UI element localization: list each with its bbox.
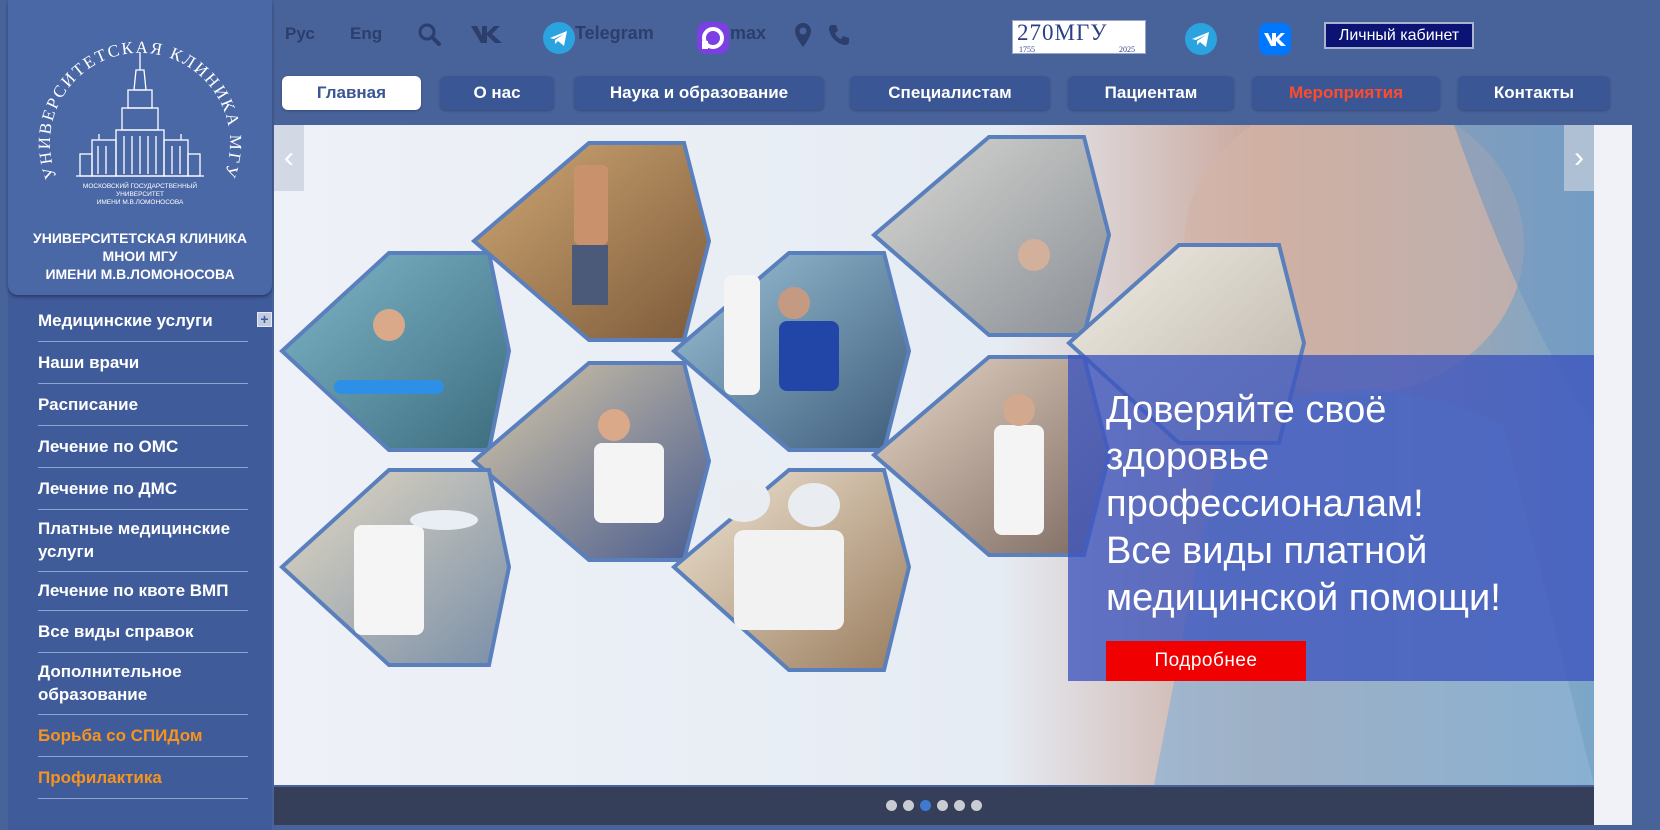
nav-contacts[interactable]: Контакты bbox=[1458, 76, 1610, 110]
nav-home[interactable]: Главная bbox=[282, 76, 421, 110]
sidebar-item-label: Медицинские услуги bbox=[38, 311, 213, 330]
slider-dot-1[interactable] bbox=[886, 800, 897, 811]
top-bar: Рус Eng Telegram max 270МГУ 1755 2025 Ли… bbox=[272, 0, 1660, 68]
sidebar-item-oms[interactable]: Лечение по ОМС bbox=[38, 426, 248, 468]
sidebar-item-medical-services[interactable]: Медицинские услуги + bbox=[38, 300, 272, 342]
sidebar-item-label: Все виды справок bbox=[38, 622, 194, 641]
telegram-link[interactable]: Telegram bbox=[575, 23, 654, 44]
slider-dot-3[interactable] bbox=[920, 800, 931, 811]
sidebar-item-label: Платные медицинские услуги bbox=[38, 519, 231, 561]
sidebar: УНИВЕРСИТЕТСКАЯ КЛИНИКА МГУ МОСКОВСКИЙ Г… bbox=[8, 0, 272, 830]
nav-specialists[interactable]: Специалистам bbox=[850, 76, 1050, 110]
sidebar-item-label: Лечение по ОМС bbox=[38, 437, 179, 456]
sidebar-item-label: Борьба со СПИДом bbox=[38, 726, 203, 745]
logo-small-line-1: МОСКОВСКИЙ ГОСУДАРСТВЕННЫЙ bbox=[83, 181, 197, 190]
search-icon[interactable] bbox=[417, 22, 441, 46]
sidebar-item-prevention[interactable]: Профилактика bbox=[38, 757, 248, 799]
sidebar-menu: Медицинские услуги + Наши врачи Расписан… bbox=[8, 300, 272, 799]
sidebar-item-label: Лечение по ДМС bbox=[38, 479, 178, 498]
nav-about[interactable]: О нас bbox=[440, 76, 554, 110]
slider-dot-2[interactable] bbox=[903, 800, 914, 811]
slider-pagination bbox=[274, 787, 1594, 825]
sidebar-item-certificates[interactable]: Все виды справок bbox=[38, 611, 248, 653]
personal-account-button[interactable]: Личный кабинет bbox=[1324, 22, 1474, 49]
sidebar-item-dms[interactable]: Лечение по ДМС bbox=[38, 468, 248, 510]
main-nav: Главная О нас Наука и образование Специа… bbox=[282, 76, 1612, 110]
nav-science-education[interactable]: Наука и образование bbox=[574, 76, 824, 110]
sidebar-item-label: Профилактика bbox=[38, 768, 162, 787]
sidebar-item-label: Дополнительное образование bbox=[38, 662, 182, 704]
sidebar-item-aids[interactable]: Борьба со СПИДом bbox=[38, 715, 248, 757]
sidebar-item-doctors[interactable]: Наши врачи bbox=[38, 342, 248, 384]
max-app-icon[interactable] bbox=[696, 21, 730, 55]
sidebar-item-schedule[interactable]: Расписание bbox=[38, 384, 248, 426]
more-details-button[interactable]: Подробнее bbox=[1106, 641, 1306, 681]
slider-next-button[interactable]: › bbox=[1564, 125, 1594, 191]
badge-main-text: 270МГУ bbox=[1017, 20, 1108, 45]
sidebar-item-label: Расписание bbox=[38, 395, 139, 414]
promo-panel: Доверяйте своё здоровье профессионалам! … bbox=[1068, 355, 1594, 681]
badge-year-to: 2025 bbox=[1119, 45, 1135, 54]
slider-prev-button[interactable]: ‹ bbox=[274, 125, 304, 191]
logo-small-line-3: ИМЕНИ М.В.ЛОМОНОСОВА bbox=[97, 199, 184, 206]
right-gutter bbox=[1594, 125, 1632, 825]
sidebar-item-vmp-quota[interactable]: Лечение по квоте ВМП bbox=[38, 572, 248, 611]
phone-icon[interactable] bbox=[827, 23, 851, 47]
logo-small-line-2: УНИВЕРСИТЕТ bbox=[116, 191, 164, 198]
vk-icon[interactable] bbox=[470, 24, 504, 44]
lang-en-link[interactable]: Eng bbox=[350, 24, 382, 44]
slider-dot-4[interactable] bbox=[937, 800, 948, 811]
location-pin-icon[interactable] bbox=[794, 22, 812, 48]
nav-events[interactable]: Мероприятия bbox=[1252, 76, 1440, 110]
university-logo[interactable]: УНИВЕРСИТЕТСКАЯ КЛИНИКА МГУ МОСКОВСКИЙ Г… bbox=[36, 30, 244, 220]
vk-social-icon[interactable] bbox=[1258, 22, 1292, 56]
brand-block: УНИВЕРСИТЕТСКАЯ КЛИНИКА МГУ МОСКОВСКИЙ Г… bbox=[8, 0, 272, 295]
telegram-social-icon[interactable] bbox=[1184, 22, 1218, 56]
sidebar-item-label: Лечение по квоте ВМП bbox=[38, 581, 229, 600]
hero-slider[interactable]: ‹ › Доверяйте своё здоровье профессионал… bbox=[274, 125, 1594, 785]
max-link[interactable]: max bbox=[730, 23, 766, 44]
slider-dot-5[interactable] bbox=[954, 800, 965, 811]
main-building-icon bbox=[76, 52, 204, 177]
sidebar-item-additional-education[interactable]: Дополнительное образование bbox=[38, 653, 248, 715]
telegram-icon[interactable] bbox=[542, 21, 576, 55]
lang-ru-link[interactable]: Рус bbox=[285, 24, 315, 44]
promo-headline: Доверяйте своё здоровье профессионалам! … bbox=[1106, 389, 1501, 619]
msu-270-badge[interactable]: 270МГУ 1755 2025 bbox=[1012, 20, 1146, 54]
sidebar-item-label: Наши врачи bbox=[38, 353, 140, 372]
nav-patients[interactable]: Пациентам bbox=[1068, 76, 1234, 110]
clinic-name: УНИВЕРСИТЕТСКАЯ КЛИНИКА МНОИ МГУ ИМЕНИ М… bbox=[33, 230, 247, 282]
expand-plus-icon[interactable]: + bbox=[257, 312, 272, 327]
sidebar-item-paid-services[interactable]: Платные медицинские услуги bbox=[38, 510, 248, 572]
slider-dot-6[interactable] bbox=[971, 800, 982, 811]
badge-year-from: 1755 bbox=[1019, 45, 1035, 54]
